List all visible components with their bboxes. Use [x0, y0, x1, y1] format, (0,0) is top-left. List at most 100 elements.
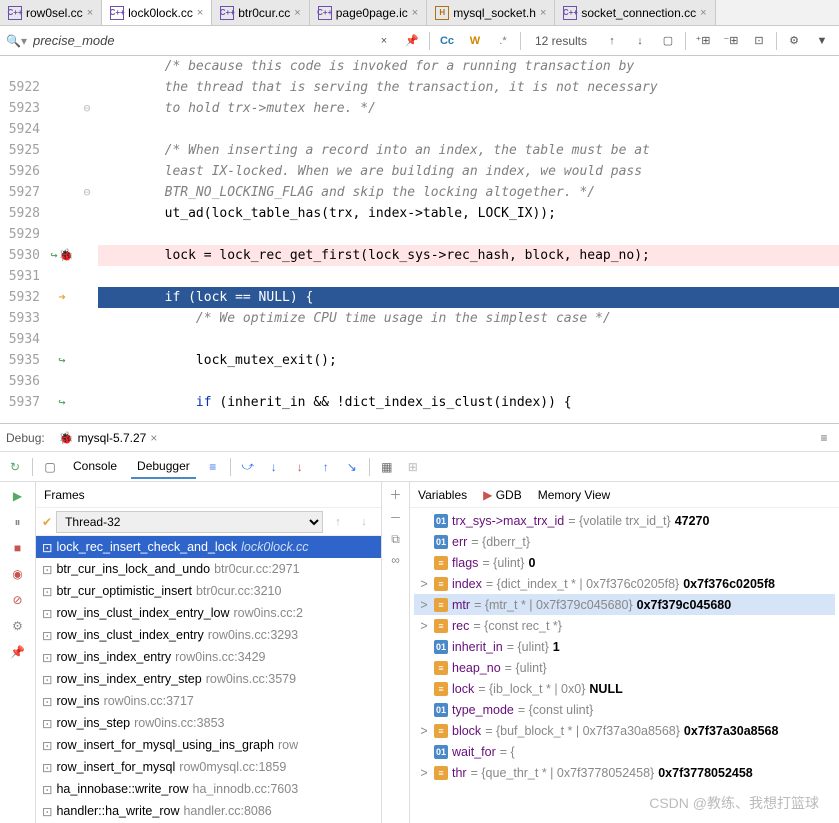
next-result-icon[interactable]: ↓: [629, 30, 651, 52]
filter-settings-icon[interactable]: ⚙: [783, 30, 805, 52]
close-icon[interactable]: ×: [197, 7, 203, 19]
code-line[interactable]: [98, 266, 839, 287]
code-line[interactable]: BTR_NO_LOCKING_FLAG and skip the locking…: [98, 182, 839, 203]
variable-row[interactable]: ≡ lock = {ib_lock_t * | 0x0} NULL: [414, 678, 835, 699]
regex-button[interactable]: .*: [492, 30, 514, 52]
code-line[interactable]: if (lock == NULL) {: [98, 287, 839, 308]
clear-search-icon[interactable]: ×: [373, 30, 395, 52]
code-line[interactable]: /* When inserting a record into an index…: [98, 140, 839, 161]
variable-row[interactable]: >≡ index = {dict_index_t * | 0x7f376c020…: [414, 573, 835, 594]
variable-row[interactable]: 01 wait_for = {: [414, 741, 835, 762]
variable-row[interactable]: ≡ heap_no = {ulint}: [414, 657, 835, 678]
editor-tab[interactable]: C++btr0cur.cc×: [212, 0, 309, 25]
remove-selection-icon[interactable]: ⁻⊞: [720, 30, 742, 52]
chevron-icon[interactable]: >: [418, 766, 430, 780]
remove-watch-icon[interactable]: －: [389, 509, 401, 526]
stack-frame[interactable]: ⊡row_insert_for_mysql_using_ins_graph ro…: [36, 734, 381, 756]
close-icon[interactable]: ×: [700, 7, 706, 19]
variable-row[interactable]: >≡ block = {buf_block_t * | 0x7f37a30a85…: [414, 720, 835, 741]
step-over-icon[interactable]: ⤻: [239, 458, 257, 476]
run-to-cursor-icon[interactable]: ↘: [343, 458, 361, 476]
pause-icon[interactable]: ⏸: [8, 512, 28, 532]
close-icon[interactable]: ×: [87, 7, 93, 19]
code-line[interactable]: the thread that is serving the transacti…: [98, 77, 839, 98]
stack-frame[interactable]: ⊡row_insert_for_mysql row0mysql.cc:1859: [36, 756, 381, 778]
code-editor[interactable]: 5922592359245925592659275928592959305931…: [0, 56, 839, 424]
variable-row[interactable]: >≡ mtr = {mtr_t * | 0x7f379c045680} 0x7f…: [414, 594, 835, 615]
editor-tab[interactable]: Hmysql_socket.h×: [427, 0, 555, 25]
variable-row[interactable]: 01 type_mode = {const ulint}: [414, 699, 835, 720]
add-selection-icon[interactable]: ⁺⊞: [692, 30, 714, 52]
editor-tab[interactable]: C++page0page.ic×: [310, 0, 428, 25]
editor-tab[interactable]: C++row0sel.cc×: [0, 0, 102, 25]
code-line[interactable]: [98, 371, 839, 392]
match-case-button[interactable]: Cc: [436, 30, 458, 52]
rerun-icon[interactable]: ↻: [6, 458, 24, 476]
code-line[interactable]: [98, 329, 839, 350]
export-icon[interactable]: ⊡: [748, 30, 770, 52]
close-icon[interactable]: ×: [540, 7, 546, 19]
prev-result-icon[interactable]: ↑: [601, 30, 623, 52]
stack-frame[interactable]: ⊡lock_rec_insert_check_and_lock lock0loc…: [36, 536, 381, 558]
variable-row[interactable]: 01 err = {dberr_t}: [414, 531, 835, 552]
stack-frame[interactable]: ⊡handler::ha_write_row handler.cc:8086: [36, 800, 381, 822]
variables-tab[interactable]: Variables: [418, 488, 467, 502]
evaluate-icon[interactable]: ▦: [378, 458, 396, 476]
resume-icon[interactable]: ▶: [8, 486, 28, 506]
stack-frame[interactable]: ⊡row_ins row0ins.cc:3717: [36, 690, 381, 712]
stack-frame[interactable]: ⊡btr_cur_optimistic_insert btr0cur.cc:32…: [36, 580, 381, 602]
select-all-icon[interactable]: ▢: [657, 30, 679, 52]
add-watch-icon[interactable]: ＋: [389, 486, 401, 503]
pin-icon[interactable]: 📌: [401, 30, 423, 52]
editor-tab[interactable]: C++lock0lock.cc×: [102, 0, 212, 25]
memory-view-tab[interactable]: Memory View: [538, 488, 610, 502]
chevron-icon[interactable]: >: [418, 577, 430, 591]
settings-gear-icon[interactable]: ⚙: [8, 616, 28, 636]
code-line[interactable]: [98, 119, 839, 140]
whole-word-button[interactable]: W: [464, 30, 486, 52]
stack-frame[interactable]: ⊡row_ins_clust_index_entry_low row0ins.c…: [36, 602, 381, 624]
stack-frame[interactable]: ⊡row_ins_index_entry row0ins.cc:3429: [36, 646, 381, 668]
stack-frame[interactable]: ⊡row_ins_clust_index_entry row0ins.cc:32…: [36, 624, 381, 646]
close-icon[interactable]: ×: [294, 7, 300, 19]
chevron-icon[interactable]: >: [418, 598, 430, 612]
variable-row[interactable]: ≡ flags = {ulint} 0: [414, 552, 835, 573]
thread-selector[interactable]: Thread-32: [56, 511, 323, 533]
code-line[interactable]: least IX-locked. When we are building an…: [98, 161, 839, 182]
frame-down-icon[interactable]: ↓: [353, 511, 375, 533]
variable-row[interactable]: 01 inherit_in = {ulint} 1: [414, 636, 835, 657]
force-step-into-icon[interactable]: ↓: [291, 458, 309, 476]
stack-frame[interactable]: ⊡row_ins_index_entry_step row0ins.cc:357…: [36, 668, 381, 690]
copy-icon[interactable]: ⧉: [391, 532, 400, 547]
variable-row[interactable]: 01 trx_sys->max_trx_id = {volatile trx_i…: [414, 510, 835, 531]
console-tab[interactable]: Console: [67, 455, 123, 479]
debugger-tab[interactable]: Debugger: [131, 455, 196, 479]
code-line[interactable]: if (inherit_in && !dict_index_is_clust(i…: [98, 392, 839, 413]
threads-icon[interactable]: ≡: [204, 458, 222, 476]
code-line[interactable]: to hold trx->mutex here. */: [98, 98, 839, 119]
settings-icon[interactable]: ⊞: [404, 458, 422, 476]
code-line[interactable]: [98, 224, 839, 245]
debug-session-tab[interactable]: 🐞 mysql-5.7.27 ×: [53, 429, 164, 447]
debug-menu-icon[interactable]: ≡: [815, 429, 833, 447]
frame-up-icon[interactable]: ↑: [327, 511, 349, 533]
close-icon[interactable]: ×: [412, 7, 418, 19]
chevron-icon[interactable]: >: [418, 619, 430, 633]
chevron-icon[interactable]: >: [418, 724, 430, 738]
mute-breakpoints-icon[interactable]: ⊘: [8, 590, 28, 610]
step-out-icon[interactable]: ↑: [317, 458, 335, 476]
code-line[interactable]: lock = lock_rec_get_first(lock_sys->rec_…: [98, 245, 839, 266]
close-icon[interactable]: ×: [150, 431, 157, 445]
pin-panel-icon[interactable]: 📌: [8, 642, 28, 662]
gdb-tab[interactable]: ▶ GDB: [483, 488, 522, 502]
variable-row[interactable]: >≡ thr = {que_thr_t * | 0x7f3778052458} …: [414, 762, 835, 783]
editor-tab[interactable]: C++socket_connection.cc×: [555, 0, 715, 25]
stop-icon[interactable]: ■: [8, 538, 28, 558]
code-line[interactable]: ut_ad(lock_table_has(trx, index->table, …: [98, 203, 839, 224]
stack-frame[interactable]: ⊡row_ins_step row0ins.cc:3853: [36, 712, 381, 734]
stack-frame[interactable]: ⊡btr_cur_ins_lock_and_undo btr0cur.cc:29…: [36, 558, 381, 580]
view-breakpoints-icon[interactable]: ◉: [8, 564, 28, 584]
stack-frame[interactable]: ⊡ha_innobase::write_row ha_innodb.cc:760…: [36, 778, 381, 800]
code-line[interactable]: lock_mutex_exit();: [98, 350, 839, 371]
step-into-icon[interactable]: ↓: [265, 458, 283, 476]
